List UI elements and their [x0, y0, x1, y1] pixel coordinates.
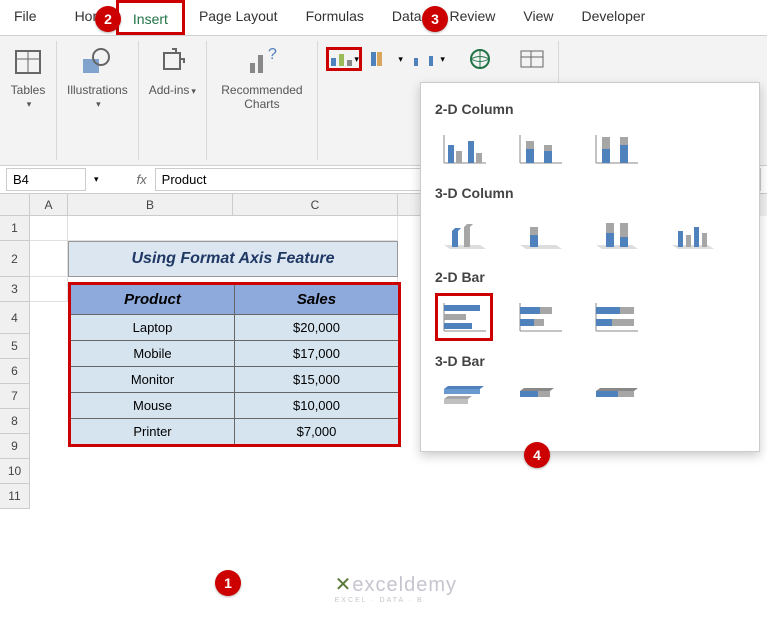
column-chart-button[interactable]: ▾	[326, 47, 362, 71]
group-illustrations[interactable]: Illustrations▾	[57, 41, 139, 160]
clustered-column-3d[interactable]	[435, 209, 493, 257]
globe-icon	[466, 48, 494, 70]
stacked-column-2d[interactable]	[511, 125, 569, 173]
fx-label: fx	[129, 172, 155, 187]
col-header-c[interactable]: C	[233, 194, 398, 216]
callout-badge-2: 2	[95, 6, 121, 32]
name-box-dropdown[interactable]: ▾	[94, 174, 99, 185]
select-all-corner[interactable]	[0, 194, 30, 216]
clustered-column-2d[interactable]	[435, 125, 493, 173]
pivot-chart-button[interactable]	[514, 47, 550, 71]
tab-file[interactable]: File	[0, 0, 51, 35]
column-chart-icon	[329, 50, 352, 68]
watermark: ✕exceldemy EXCEL · DATA · B	[335, 572, 457, 604]
callout-badge-4: 4	[524, 442, 550, 468]
bar-chart-icon	[369, 50, 396, 68]
maps-button[interactable]	[462, 47, 498, 71]
group-recommended-charts[interactable]: ? Recommended Charts	[207, 41, 318, 160]
recommended-charts-icon: ?	[244, 45, 280, 81]
stacked100-column-3d[interactable]	[587, 209, 645, 257]
tab-formulas[interactable]: Formulas	[292, 0, 378, 35]
table-row: Laptop$20,000	[70, 315, 400, 341]
name-box[interactable]: B4	[6, 168, 86, 191]
stacked100-bar-2d[interactable]	[587, 293, 645, 341]
tab-view[interactable]: View	[509, 0, 567, 35]
table-header-product[interactable]: Product	[70, 284, 235, 315]
tab-insert[interactable]: Insert	[116, 0, 185, 35]
stacked-column-3d[interactable]	[511, 209, 569, 257]
row-header[interactable]: 6	[0, 359, 30, 384]
svg-text:?: ?	[268, 46, 277, 63]
row-header[interactable]: 3	[0, 277, 30, 302]
group-tables-label: Tables	[11, 83, 46, 97]
stacked-bar-2d[interactable]	[511, 293, 569, 341]
col-header-b[interactable]: B	[68, 194, 233, 216]
stacked-bar-3d[interactable]	[511, 377, 569, 425]
row-header[interactable]: 1	[0, 216, 30, 241]
group-addins[interactable]: Add-ins▾	[139, 41, 207, 160]
row-header[interactable]: 7	[0, 384, 30, 409]
sheet-title: Using Format Axis Feature	[68, 241, 398, 277]
callout-badge-1: 1	[215, 570, 241, 596]
row-header[interactable]: 4	[0, 302, 30, 334]
row-header[interactable]: 9	[0, 434, 30, 459]
column-3d[interactable]	[663, 209, 721, 257]
group-illustrations-label: Illustrations	[67, 83, 128, 97]
callout-badge-3: 3	[422, 6, 448, 32]
table-row: Mobile$17,000	[70, 341, 400, 367]
row-header[interactable]: 2	[0, 241, 30, 277]
row-header[interactable]: 5	[0, 334, 30, 359]
section-2d-bar: 2-D Bar	[435, 269, 745, 285]
tab-page-layout[interactable]: Page Layout	[185, 0, 292, 35]
stacked100-bar-3d[interactable]	[587, 377, 645, 425]
data-table[interactable]: Product Sales Laptop$20,000 Mobile$17,00…	[68, 282, 401, 447]
table-header-sales[interactable]: Sales	[235, 284, 400, 315]
table-icon	[10, 45, 46, 81]
table-row: Printer$7,000	[70, 419, 400, 446]
table-row: Monitor$15,000	[70, 367, 400, 393]
clustered-bar-2d[interactable]	[435, 293, 493, 341]
row-header[interactable]: 8	[0, 409, 30, 434]
addins-icon	[154, 45, 190, 81]
bar-chart-button[interactable]: ▾	[368, 47, 404, 71]
section-3d-column: 3-D Column	[435, 185, 745, 201]
tab-developer[interactable]: Developer	[568, 0, 660, 35]
row-header[interactable]: 10	[0, 459, 30, 484]
table-row: Mouse$10,000	[70, 393, 400, 419]
section-3d-bar: 3-D Bar	[435, 353, 745, 369]
chart-type-dropdown: 2-D Column 3-D Column 2-D Bar 3-D Bar	[420, 82, 760, 452]
combo-chart-icon	[411, 50, 438, 68]
group-addins-label: Add-ins▾	[149, 83, 196, 97]
group-tables[interactable]: Tables▾	[0, 41, 57, 160]
section-2d-column: 2-D Column	[435, 101, 745, 117]
clustered-bar-3d[interactable]	[435, 377, 493, 425]
row-header[interactable]: 11	[0, 484, 30, 509]
col-header-a[interactable]: A	[30, 194, 68, 216]
stacked100-column-2d[interactable]	[587, 125, 645, 173]
group-recommended-label: Recommended Charts	[217, 83, 307, 111]
shapes-icon	[79, 45, 115, 81]
combo-chart-button[interactable]: ▾	[410, 47, 446, 71]
pivot-icon	[518, 48, 546, 70]
